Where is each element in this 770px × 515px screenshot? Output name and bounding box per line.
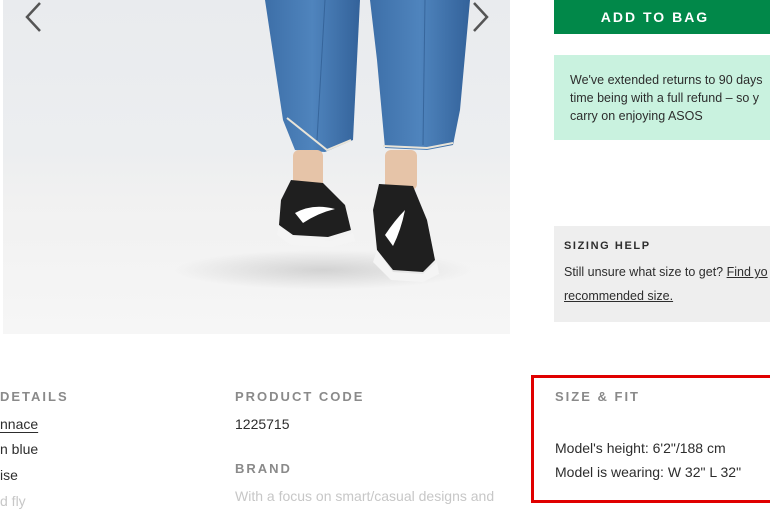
details-line: n blue (0, 441, 39, 457)
model-height: Model's height: 6'2"/188 cm (555, 440, 726, 456)
sizing-help-panel: SIZING HELP Still unsure what size to ge… (554, 226, 770, 322)
find-size-link[interactable]: Find yo (727, 265, 768, 279)
product-code-heading: PRODUCT CODE (235, 389, 365, 404)
right-shoe (373, 184, 439, 282)
size-fit-heading: SIZE & FIT (555, 389, 640, 404)
brand-heading: BRAND (235, 461, 292, 476)
sizing-help-title: SIZING HELP (564, 240, 651, 252)
product-details-heading: DETAILS (0, 389, 69, 404)
recommended-size-link[interactable]: recommended size. (564, 289, 673, 303)
add-to-bag-button[interactable]: ADD TO BAG (554, 0, 770, 34)
chevron-left-icon (25, 2, 41, 32)
brand-text: With a focus on smart/casual designs and (235, 488, 495, 504)
model-wearing: Model is wearing: W 32" L 32" (555, 464, 742, 480)
product-image (3, 0, 510, 334)
details-link[interactable]: nnace (0, 416, 38, 432)
sizing-help-text: Still unsure what size to get? Find yo r… (564, 260, 770, 308)
details-line: ise (0, 467, 18, 483)
returns-banner: We've extended returns to 90 days time b… (554, 55, 770, 140)
prev-image-button[interactable] (17, 0, 51, 34)
returns-line-3: carry on enjoying ASOS (570, 109, 703, 123)
sizing-help-question: Still unsure what size to get? (564, 265, 727, 279)
returns-line-1: We've extended returns to 90 days (570, 73, 763, 87)
returns-line-2: time being with a full refund – so y (570, 91, 759, 105)
product-code-value: 1225715 (235, 416, 290, 432)
left-shoe (277, 180, 355, 247)
chevron-right-icon (473, 2, 489, 32)
next-image-button[interactable] (463, 0, 497, 34)
details-line: d fly (0, 493, 26, 509)
